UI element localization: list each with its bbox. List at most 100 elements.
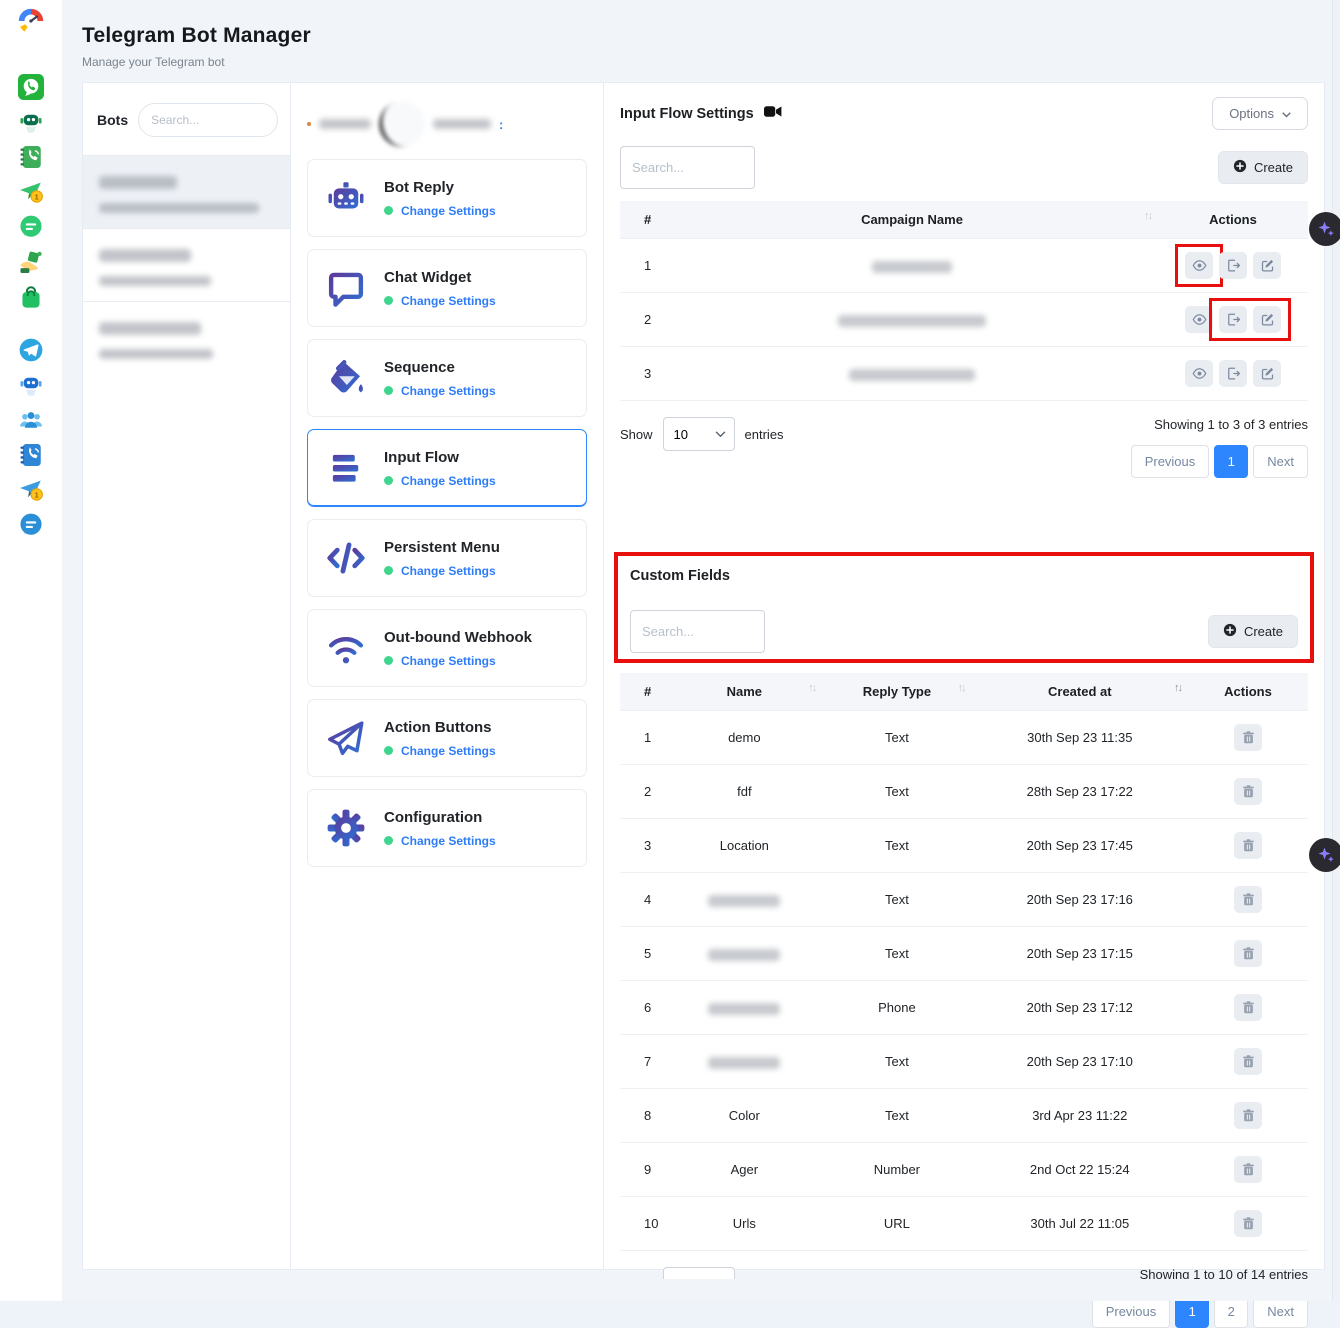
status-dot-active (384, 746, 393, 755)
settings-card-persistent-menu[interactable]: Persistent Menu Change Settings (307, 519, 587, 597)
status-dot-active (384, 206, 393, 215)
settings-card-input-flow[interactable]: Input FlowChange Settings (307, 429, 587, 507)
campaign-send-green-icon[interactable]: 1 (18, 179, 44, 205)
chat-green-icon[interactable] (18, 214, 44, 240)
cell-actions (1188, 711, 1308, 765)
delete-button[interactable] (1234, 994, 1262, 1021)
bot-list-item[interactable] (83, 155, 290, 228)
settings-card-bot-reply[interactable]: Bot ReplyChange Settings (307, 159, 587, 237)
create-campaign-button[interactable]: Create (1218, 151, 1308, 184)
video-camera-icon[interactable] (764, 105, 782, 123)
delete-button[interactable] (1234, 940, 1262, 967)
settings-card-title: Chat Widget (384, 269, 496, 286)
settings-card-chat-widget[interactable]: Chat Widget Change Settings (307, 249, 587, 327)
view-button[interactable] (1185, 252, 1213, 279)
edit-button[interactable] (1253, 360, 1281, 387)
cell-reply-type: Text (822, 711, 971, 765)
table-row: 9AgerNumber2nd Oct 22 15:24 (620, 1143, 1308, 1197)
change-settings-link[interactable]: Change Settings (401, 834, 496, 848)
status-dot (307, 122, 311, 126)
contacts-green-icon[interactable] (18, 144, 44, 170)
pagination-previous-button[interactable]: Previous (1131, 445, 1210, 478)
bot-summary-separator: : (499, 117, 503, 132)
create-custom-field-button[interactable]: Create (1208, 615, 1298, 648)
cell-num: 10 (620, 1197, 666, 1251)
options-button[interactable]: Options (1212, 97, 1308, 130)
cell-num: 2 (620, 765, 666, 819)
table-row: 6Phone20th Sep 23 17:12 (620, 981, 1308, 1035)
robot-green-icon[interactable] (18, 109, 44, 135)
page-header: Telegram Bot Manager Manage your Telegra… (62, 0, 1340, 82)
campaigns-table: #Campaign Name↑↓Actions 123 (620, 201, 1308, 401)
chat-blue-icon[interactable] (18, 512, 44, 538)
cell-num: 7 (620, 1035, 666, 1089)
delete-button[interactable] (1234, 1048, 1262, 1075)
bot-list-item[interactable] (83, 228, 290, 301)
settings-card-title: Persistent Menu (384, 539, 500, 556)
column-header-reply-type[interactable]: Reply Type↑↓ (822, 673, 971, 711)
custom-fields-search-input[interactable] (630, 610, 765, 653)
edit-button[interactable] (1253, 252, 1281, 279)
delete-button[interactable] (1234, 886, 1262, 913)
delete-button[interactable] (1234, 778, 1262, 805)
cell-created-at: 30th Jul 22 11:05 (972, 1197, 1188, 1251)
change-settings-link[interactable]: Change Settings (401, 294, 496, 308)
change-settings-link[interactable]: Change Settings (401, 384, 496, 398)
settings-card-out-bound-webhook[interactable]: Out-bound WebhookChange Settings (307, 609, 587, 687)
bot-list (83, 155, 290, 374)
column-header-created-at[interactable]: Created at↑↓ (972, 673, 1188, 711)
settings-card-list: Bot ReplyChange Settings Chat Widget Chang… (307, 159, 587, 867)
column-header-campaign-name[interactable]: Campaign Name↑↓ (666, 201, 1158, 239)
column-header-name[interactable]: Name↑↓ (666, 673, 822, 711)
change-settings-link[interactable]: Change Settings (401, 474, 496, 488)
annotation-red-box (1209, 298, 1291, 341)
assistant-sparkle-button[interactable] (1309, 838, 1340, 872)
bot-list-item[interactable] (83, 301, 290, 374)
audience-blue-icon[interactable] (18, 407, 44, 433)
pagination-next-button[interactable]: Next (1253, 445, 1308, 478)
settings-card-action-buttons[interactable]: Action ButtonsChange Settings (307, 699, 587, 777)
robot-blue-icon[interactable] (18, 372, 44, 398)
integration-green-icon[interactable] (18, 249, 44, 275)
delete-button[interactable] (1234, 1102, 1262, 1129)
change-settings-link[interactable]: Change Settings (401, 744, 496, 758)
page-size-select[interactable]: 10 (663, 417, 735, 451)
table-row: 3 (620, 347, 1308, 401)
change-settings-link[interactable]: Change Settings (401, 204, 496, 218)
export-button[interactable] (1219, 306, 1247, 333)
contacts-blue-icon[interactable] (18, 442, 44, 468)
telegram-icon[interactable] (18, 337, 44, 363)
store-green-icon[interactable] (18, 284, 44, 310)
export-button[interactable] (1219, 360, 1247, 387)
settings-card-configuration[interactable]: ConfigurationChange Settings (307, 789, 587, 867)
cell-actions (1158, 347, 1308, 401)
delete-button[interactable] (1234, 1156, 1262, 1183)
view-button[interactable] (1185, 360, 1213, 387)
table-row: 1demoText30th Sep 23 11:35 (620, 711, 1308, 765)
cell-name: Location (666, 819, 822, 873)
delete-button[interactable] (1234, 1210, 1262, 1237)
cell-reply-type: Text (822, 927, 971, 981)
change-settings-link[interactable]: Change Settings (401, 654, 496, 668)
pagination-page-1[interactable]: 1 (1214, 445, 1248, 478)
delete-button[interactable] (1234, 832, 1262, 859)
bots-search-input[interactable] (138, 103, 278, 137)
change-settings-link[interactable]: Change Settings (401, 564, 496, 578)
campaign-search-input[interactable] (620, 146, 755, 189)
sort-icon: ↑↓ (958, 682, 965, 694)
column-header-actions: Actions (1158, 201, 1308, 239)
status-dot-active (384, 836, 393, 845)
settings-card-sequence[interactable]: SequenceChange Settings (307, 339, 587, 417)
export-button[interactable] (1219, 252, 1247, 279)
delete-button[interactable] (1234, 724, 1262, 751)
cell-created-at: 28th Sep 23 17:22 (972, 765, 1188, 819)
assistant-sparkle-button[interactable] (1309, 212, 1340, 246)
campaign-send-blue-icon[interactable]: 1 (18, 477, 44, 503)
scrollbar[interactable] (1332, 0, 1340, 1301)
edit-button[interactable] (1253, 306, 1281, 333)
table-row: 1 (620, 239, 1308, 293)
input-flow-panel: Input Flow Settings Options Create #Camp… (604, 83, 1324, 1269)
status-dot-active (384, 386, 393, 395)
dashboard-gauge-icon[interactable] (18, 8, 44, 34)
whatsapp-icon[interactable] (18, 74, 44, 100)
